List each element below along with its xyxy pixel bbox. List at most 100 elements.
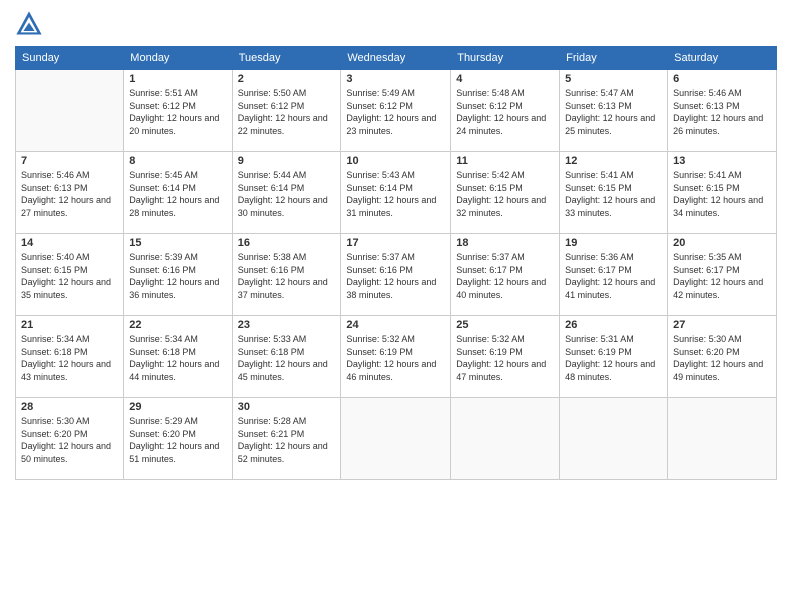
day-number: 11 <box>456 155 554 167</box>
day-info: Sunrise: 5:49 AMSunset: 6:12 PMDaylight:… <box>346 87 445 137</box>
calendar-cell: 17 Sunrise: 5:37 AMSunset: 6:16 PMDayligh… <box>341 234 451 316</box>
calendar-cell: 10 Sunrise: 5:43 AMSunset: 6:14 PMDayligh… <box>341 152 451 234</box>
day-info: Sunrise: 5:50 AMSunset: 6:12 PMDaylight:… <box>238 87 336 137</box>
header-row: Sunday Monday Tuesday Wednesday Thursday… <box>16 47 777 70</box>
calendar-cell <box>341 398 451 480</box>
day-info: Sunrise: 5:36 AMSunset: 6:17 PMDaylight:… <box>565 251 662 301</box>
day-info: Sunrise: 5:48 AMSunset: 6:12 PMDaylight:… <box>456 87 554 137</box>
col-tuesday: Tuesday <box>232 47 341 70</box>
day-number: 10 <box>346 155 445 167</box>
calendar-cell: 23 Sunrise: 5:33 AMSunset: 6:18 PMDayligh… <box>232 316 341 398</box>
calendar-cell: 1 Sunrise: 5:51 AMSunset: 6:12 PMDaylight… <box>124 70 232 152</box>
day-info: Sunrise: 5:33 AMSunset: 6:18 PMDaylight:… <box>238 333 336 383</box>
day-number: 24 <box>346 319 445 331</box>
day-info: Sunrise: 5:28 AMSunset: 6:21 PMDaylight:… <box>238 415 336 465</box>
day-number: 23 <box>238 319 336 331</box>
day-number: 9 <box>238 155 336 167</box>
calendar-cell: 29 Sunrise: 5:29 AMSunset: 6:20 PMDayligh… <box>124 398 232 480</box>
day-info: Sunrise: 5:32 AMSunset: 6:19 PMDaylight:… <box>456 333 554 383</box>
calendar-cell <box>16 70 124 152</box>
day-info: Sunrise: 5:35 AMSunset: 6:17 PMDaylight:… <box>673 251 771 301</box>
day-info: Sunrise: 5:44 AMSunset: 6:14 PMDaylight:… <box>238 169 336 219</box>
day-number: 25 <box>456 319 554 331</box>
day-number: 21 <box>21 319 118 331</box>
day-number: 15 <box>129 237 226 249</box>
calendar-cell <box>668 398 777 480</box>
calendar-cell: 21 Sunrise: 5:34 AMSunset: 6:18 PMDayligh… <box>16 316 124 398</box>
calendar-cell: 26Sunrise: 5:31 AMSunset: 6:19 PMDayligh… <box>560 316 668 398</box>
calendar-cell: 11 Sunrise: 5:42 AMSunset: 6:15 PMDayligh… <box>451 152 560 234</box>
day-info: Sunrise: 5:34 AMSunset: 6:18 PMDaylight:… <box>21 333 118 383</box>
day-info: Sunrise: 5:45 AMSunset: 6:14 PMDaylight:… <box>129 169 226 219</box>
day-info: Sunrise: 5:32 AMSunset: 6:19 PMDaylight:… <box>346 333 445 383</box>
day-number: 6 <box>673 73 771 85</box>
calendar-cell: 15Sunrise: 5:39 AMSunset: 6:16 PMDayligh… <box>124 234 232 316</box>
calendar-cell: 24 Sunrise: 5:32 AMSunset: 6:19 PMDayligh… <box>341 316 451 398</box>
page: Sunday Monday Tuesday Wednesday Thursday… <box>0 0 792 612</box>
col-saturday: Saturday <box>668 47 777 70</box>
calendar-cell: 18Sunrise: 5:37 AMSunset: 6:17 PMDayligh… <box>451 234 560 316</box>
day-info: Sunrise: 5:41 AMSunset: 6:15 PMDaylight:… <box>565 169 662 219</box>
day-number: 16 <box>238 237 336 249</box>
col-wednesday: Wednesday <box>341 47 451 70</box>
calendar-cell <box>451 398 560 480</box>
day-info: Sunrise: 5:37 AMSunset: 6:16 PMDaylight:… <box>346 251 445 301</box>
day-info: Sunrise: 5:34 AMSunset: 6:18 PMDaylight:… <box>129 333 226 383</box>
col-thursday: Thursday <box>451 47 560 70</box>
calendar-cell: 25 Sunrise: 5:32 AMSunset: 6:19 PMDayligh… <box>451 316 560 398</box>
calendar-cell: 4 Sunrise: 5:48 AMSunset: 6:12 PMDaylight… <box>451 70 560 152</box>
day-number: 1 <box>129 73 226 85</box>
day-info: Sunrise: 5:38 AMSunset: 6:16 PMDaylight:… <box>238 251 336 301</box>
calendar-cell: 28 Sunrise: 5:30 AMSunset: 6:20 PMDayligh… <box>16 398 124 480</box>
day-info: Sunrise: 5:41 AMSunset: 6:15 PMDaylight:… <box>673 169 771 219</box>
calendar-week-3: 14Sunrise: 5:40 AMSunset: 6:15 PMDayligh… <box>16 234 777 316</box>
calendar-cell: 13 Sunrise: 5:41 AMSunset: 6:15 PMDayligh… <box>668 152 777 234</box>
day-info: Sunrise: 5:43 AMSunset: 6:14 PMDaylight:… <box>346 169 445 219</box>
day-number: 2 <box>238 73 336 85</box>
col-monday: Monday <box>124 47 232 70</box>
calendar-cell: 20 Sunrise: 5:35 AMSunset: 6:17 PMDayligh… <box>668 234 777 316</box>
calendar-week-1: 1 Sunrise: 5:51 AMSunset: 6:12 PMDaylight… <box>16 70 777 152</box>
calendar-cell: 8 Sunrise: 5:45 AMSunset: 6:14 PMDaylight… <box>124 152 232 234</box>
day-number: 27 <box>673 319 771 331</box>
col-sunday: Sunday <box>16 47 124 70</box>
day-info: Sunrise: 5:46 AMSunset: 6:13 PMDaylight:… <box>21 169 118 219</box>
day-info: Sunrise: 5:47 AMSunset: 6:13 PMDaylight:… <box>565 87 662 137</box>
calendar-table: Sunday Monday Tuesday Wednesday Thursday… <box>15 46 777 480</box>
calendar-cell: 27 Sunrise: 5:30 AMSunset: 6:20 PMDayligh… <box>668 316 777 398</box>
calendar-cell: 22Sunrise: 5:34 AMSunset: 6:18 PMDayligh… <box>124 316 232 398</box>
calendar-week-2: 7 Sunrise: 5:46 AMSunset: 6:13 PMDaylight… <box>16 152 777 234</box>
calendar-cell: 30 Sunrise: 5:28 AMSunset: 6:21 PMDayligh… <box>232 398 341 480</box>
day-number: 13 <box>673 155 771 167</box>
calendar-cell: 12 Sunrise: 5:41 AMSunset: 6:15 PMDayligh… <box>560 152 668 234</box>
day-info: Sunrise: 5:29 AMSunset: 6:20 PMDaylight:… <box>129 415 226 465</box>
day-number: 17 <box>346 237 445 249</box>
calendar-cell: 9 Sunrise: 5:44 AMSunset: 6:14 PMDaylight… <box>232 152 341 234</box>
calendar-cell: 16 Sunrise: 5:38 AMSunset: 6:16 PMDayligh… <box>232 234 341 316</box>
calendar-week-5: 28 Sunrise: 5:30 AMSunset: 6:20 PMDayligh… <box>16 398 777 480</box>
calendar-cell: 14Sunrise: 5:40 AMSunset: 6:15 PMDayligh… <box>16 234 124 316</box>
day-info: Sunrise: 5:30 AMSunset: 6:20 PMDaylight:… <box>673 333 771 383</box>
day-number: 29 <box>129 401 226 413</box>
calendar-cell: 2 Sunrise: 5:50 AMSunset: 6:12 PMDaylight… <box>232 70 341 152</box>
calendar-cell <box>560 398 668 480</box>
day-number: 8 <box>129 155 226 167</box>
day-number: 4 <box>456 73 554 85</box>
day-number: 12 <box>565 155 662 167</box>
day-number: 14 <box>21 237 118 249</box>
logo <box>15 10 45 38</box>
day-info: Sunrise: 5:51 AMSunset: 6:12 PMDaylight:… <box>129 87 226 137</box>
day-number: 20 <box>673 237 771 249</box>
col-friday: Friday <box>560 47 668 70</box>
day-number: 26 <box>565 319 662 331</box>
day-info: Sunrise: 5:30 AMSunset: 6:20 PMDaylight:… <box>21 415 118 465</box>
logo-icon <box>15 10 43 38</box>
day-number: 5 <box>565 73 662 85</box>
day-info: Sunrise: 5:37 AMSunset: 6:17 PMDaylight:… <box>456 251 554 301</box>
day-number: 7 <box>21 155 118 167</box>
day-number: 3 <box>346 73 445 85</box>
day-number: 28 <box>21 401 118 413</box>
day-number: 30 <box>238 401 336 413</box>
day-info: Sunrise: 5:42 AMSunset: 6:15 PMDaylight:… <box>456 169 554 219</box>
day-number: 19 <box>565 237 662 249</box>
